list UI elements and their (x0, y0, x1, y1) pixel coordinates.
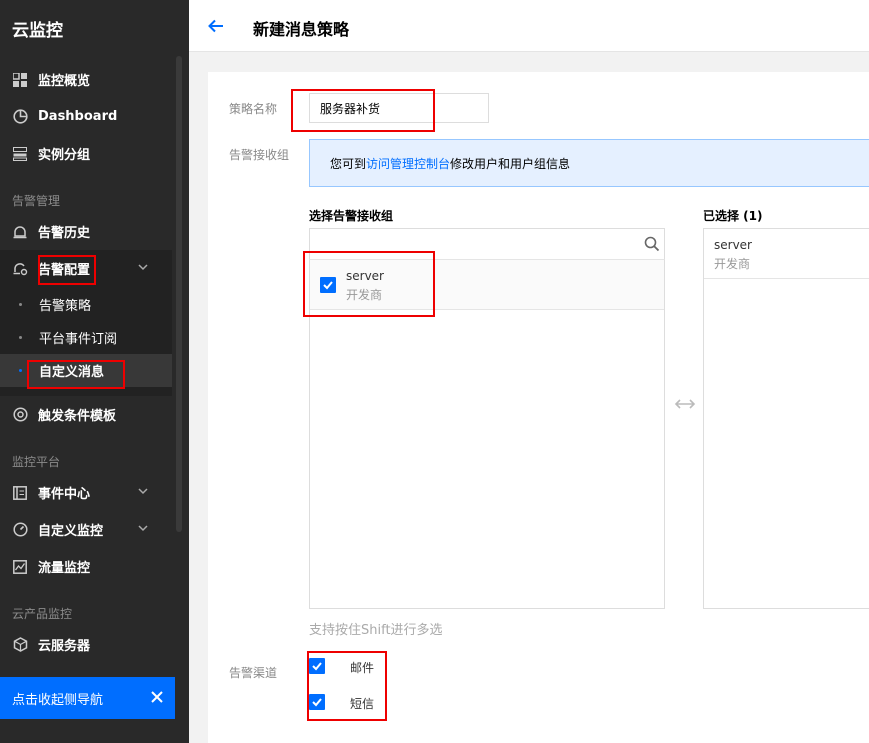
sidebar-item-alarm-history[interactable]: 告警历史 (0, 213, 172, 250)
target-icon (12, 407, 28, 423)
alarm-channel-label: 告警渠道 (229, 666, 278, 680)
nav-group-platform: 监控平台 (12, 455, 61, 469)
sidebar-item-custom-monitor[interactable]: 自定义监控 (0, 511, 172, 548)
sidebar-item-trigger-template[interactable]: 触发条件模板 (0, 396, 172, 433)
collapse-sidebar-toast[interactable]: 点击收起侧导航 (0, 677, 175, 719)
info-text-suffix: 修改用户和用户组信息 (450, 156, 571, 171)
chevron-down-icon (138, 264, 148, 271)
line-chart-icon (12, 559, 28, 575)
info-banner: 您可到 访问管理控制台 修改用户和用户组信息 (309, 139, 869, 187)
chevron-down-icon (138, 488, 148, 495)
group-desc: 开发商 (714, 257, 751, 271)
page-header: 新建消息策略 (189, 0, 869, 52)
document-icon (12, 485, 28, 501)
sidebar-item-label: 监控概览 (38, 74, 91, 89)
sidebar-scrollbar[interactable] (176, 56, 182, 532)
annotation-highlight (303, 251, 435, 317)
bullet-icon (19, 336, 22, 339)
access-console-link[interactable]: 访问管理控制台 (366, 155, 450, 172)
sidebar-item-event-center[interactable]: 事件中心 (0, 474, 172, 511)
chevron-down-icon (138, 525, 148, 532)
multiselect-hint: 支持按住Shift进行多选 (309, 623, 443, 638)
alarm-bell-icon (12, 224, 28, 240)
nav-group-products: 云产品监控 (12, 607, 73, 621)
toast-text: 点击收起侧导航 (12, 692, 104, 708)
sidebar-item-label: 实例分组 (38, 148, 91, 163)
receiver-group-label: 告警接收组 (229, 148, 290, 162)
close-icon[interactable] (149, 689, 165, 705)
sidebar-item-traffic-monitor[interactable]: 流量监控 (0, 548, 172, 585)
selected-groups-list (703, 228, 869, 609)
sidebar-item-label: 流量监控 (38, 561, 91, 576)
page-title: 新建消息策略 (253, 20, 350, 39)
transfer-arrows-icon (674, 399, 696, 409)
sidebar-item-overview[interactable]: 监控概览 (0, 61, 172, 98)
back-arrow-icon[interactable] (207, 17, 225, 35)
annotation-highlight (38, 255, 96, 285)
sidebar-item-label: Dashboard (38, 109, 118, 124)
available-groups-title: 选择告警接收组 (309, 209, 394, 223)
sidebar-item-cvm[interactable]: 云服务器 (0, 626, 172, 663)
gauge-icon (12, 522, 28, 538)
bullet-icon (19, 303, 22, 306)
sidebar: 云监控 监控概览 Dashboard 实例分组 告警管理 告警历史 告警配置 告… (0, 0, 189, 743)
bullet-icon (19, 369, 22, 372)
annotation-highlight (307, 651, 387, 721)
annotation-highlight (291, 89, 435, 132)
policy-name-label: 策略名称 (229, 102, 278, 116)
selected-groups-title: 已选择 (1) (703, 209, 763, 223)
sidebar-item-label: 触发条件模板 (38, 409, 117, 424)
alarm-settings-icon (12, 261, 28, 277)
cube-icon (12, 637, 28, 653)
search-icon[interactable] (644, 236, 660, 252)
sidebar-subitem-label: 平台事件订阅 (39, 332, 118, 347)
annotation-highlight (27, 360, 125, 389)
list-group-icon (12, 146, 28, 162)
list-item[interactable]: server 开发商 (704, 229, 869, 279)
sidebar-subitem-label: 告警策略 (39, 299, 92, 314)
sidebar-item-label: 云服务器 (38, 639, 91, 654)
app-title: 云监控 (12, 21, 63, 41)
group-name: server (714, 238, 752, 252)
sidebar-item-dashboard[interactable]: Dashboard (0, 98, 172, 135)
sidebar-item-label: 事件中心 (38, 487, 91, 502)
grid-icon (12, 72, 28, 88)
pie-chart-icon (12, 109, 28, 125)
nav-group-alarm: 告警管理 (12, 194, 61, 208)
sidebar-item-instance-group[interactable]: 实例分组 (0, 135, 172, 172)
sidebar-item-label: 告警历史 (38, 226, 91, 241)
sidebar-item-label: 自定义监控 (38, 524, 104, 539)
sidebar-subitem-alarm-policy[interactable]: 告警策略 (0, 288, 172, 321)
sidebar-subitem-event-subscription[interactable]: 平台事件订阅 (0, 321, 172, 354)
info-text-prefix: 您可到 (330, 156, 367, 171)
